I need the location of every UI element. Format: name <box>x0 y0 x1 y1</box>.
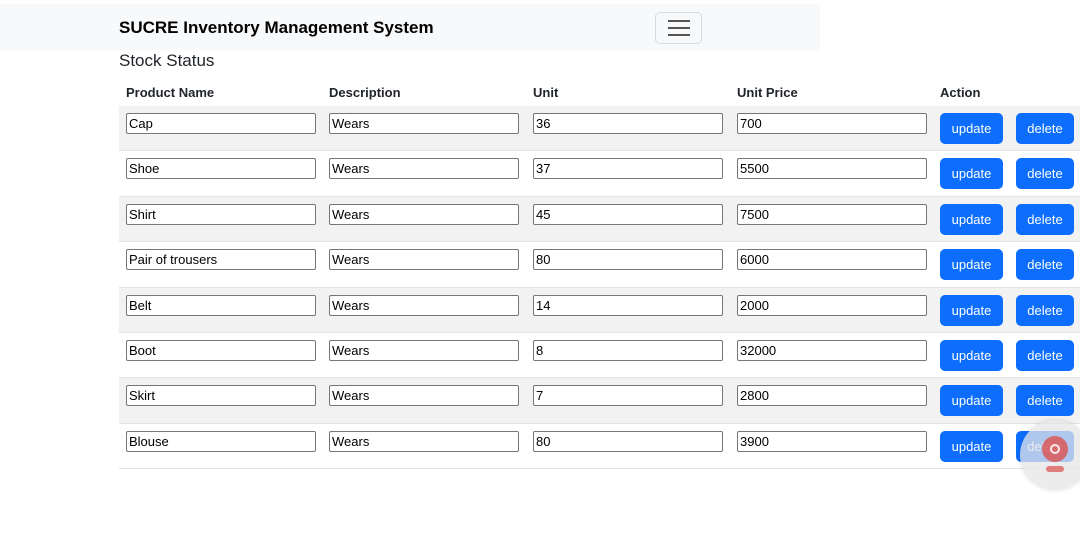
product-name-input[interactable] <box>126 294 316 316</box>
update-button[interactable]: update <box>940 158 1003 190</box>
description-input[interactable] <box>329 294 519 316</box>
table-header: Product Name Description Unit Unit Price… <box>119 80 1080 106</box>
unit-price-input[interactable] <box>737 158 927 180</box>
description-input[interactable] <box>329 203 519 225</box>
unit-input[interactable] <box>533 339 723 361</box>
table-row: update delete <box>119 151 1080 197</box>
hamburger-menu-icon <box>668 20 690 22</box>
delete-button[interactable]: delete <box>1016 249 1074 281</box>
unit-input[interactable] <box>533 385 723 407</box>
header-unit-price: Unit Price <box>737 85 798 100</box>
unit-input[interactable] <box>533 249 723 271</box>
delete-button[interactable]: delete <box>1016 294 1074 326</box>
update-button[interactable]: update <box>940 203 1003 235</box>
unit-input[interactable] <box>533 294 723 316</box>
table-row: update delete <box>119 333 1080 379</box>
page-title: Stock Status <box>119 51 215 70</box>
stock-table: Product Name Description Unit Unit Price… <box>119 80 1080 470</box>
table-row: update delete <box>119 242 1080 288</box>
description-input[interactable] <box>329 339 519 361</box>
unit-input[interactable] <box>533 430 723 452</box>
product-name-input[interactable] <box>126 203 316 225</box>
table-row: update delete <box>119 196 1080 243</box>
description-input[interactable] <box>329 249 519 271</box>
product-name-input[interactable] <box>126 385 316 407</box>
product-name-input[interactable] <box>126 158 316 180</box>
update-button[interactable]: update <box>940 385 1003 417</box>
header-action: Action <box>940 85 981 100</box>
update-button[interactable]: update <box>940 113 1003 144</box>
update-button[interactable]: update <box>940 339 1003 371</box>
unit-price-input[interactable] <box>737 385 927 407</box>
product-name-input[interactable] <box>126 339 316 361</box>
delete-button[interactable]: delete <box>1016 158 1074 190</box>
delete-button[interactable]: delete <box>1016 339 1074 371</box>
update-button[interactable]: update <box>940 294 1003 326</box>
table-body: update delete update delete update delete upda… <box>119 106 1080 470</box>
unit-price-input[interactable] <box>737 430 927 452</box>
table-row: update delete <box>119 106 1080 152</box>
unit-input[interactable] <box>533 158 723 180</box>
delete-button[interactable]: delete <box>1016 385 1074 417</box>
description-input[interactable] <box>329 158 519 180</box>
product-name-input[interactable] <box>126 430 316 452</box>
menu-toggle-button[interactable] <box>655 12 702 44</box>
unit-input[interactable] <box>533 203 723 225</box>
header-description: Description <box>329 85 401 100</box>
unit-price-input[interactable] <box>737 294 927 316</box>
product-name-input[interactable] <box>126 113 316 134</box>
delete-button[interactable]: delete <box>1016 203 1074 235</box>
description-input[interactable] <box>329 113 519 134</box>
header-product-name: Product Name <box>126 85 215 100</box>
table-row: updatedelete <box>119 424 1080 470</box>
navbar: SUCRE Inventory Management System <box>0 4 820 50</box>
table-row: update delete <box>119 287 1080 333</box>
brand-title[interactable]: SUCRE Inventory Management System <box>119 18 434 38</box>
delete-button[interactable]: delete <box>1016 113 1074 144</box>
chat-assistant-button[interactable] <box>1020 420 1080 490</box>
header-unit: Unit <box>533 85 559 100</box>
update-button[interactable]: update <box>940 430 1003 462</box>
description-input[interactable] <box>329 385 519 407</box>
unit-price-input[interactable] <box>737 339 927 361</box>
table-row: update delete <box>119 378 1080 424</box>
description-input[interactable] <box>329 430 519 452</box>
unit-input[interactable] <box>533 113 723 134</box>
update-button[interactable]: update <box>940 249 1003 281</box>
unit-price-input[interactable] <box>737 113 927 134</box>
unit-price-input[interactable] <box>737 249 927 271</box>
product-name-input[interactable] <box>126 249 316 271</box>
unit-price-input[interactable] <box>737 203 927 225</box>
